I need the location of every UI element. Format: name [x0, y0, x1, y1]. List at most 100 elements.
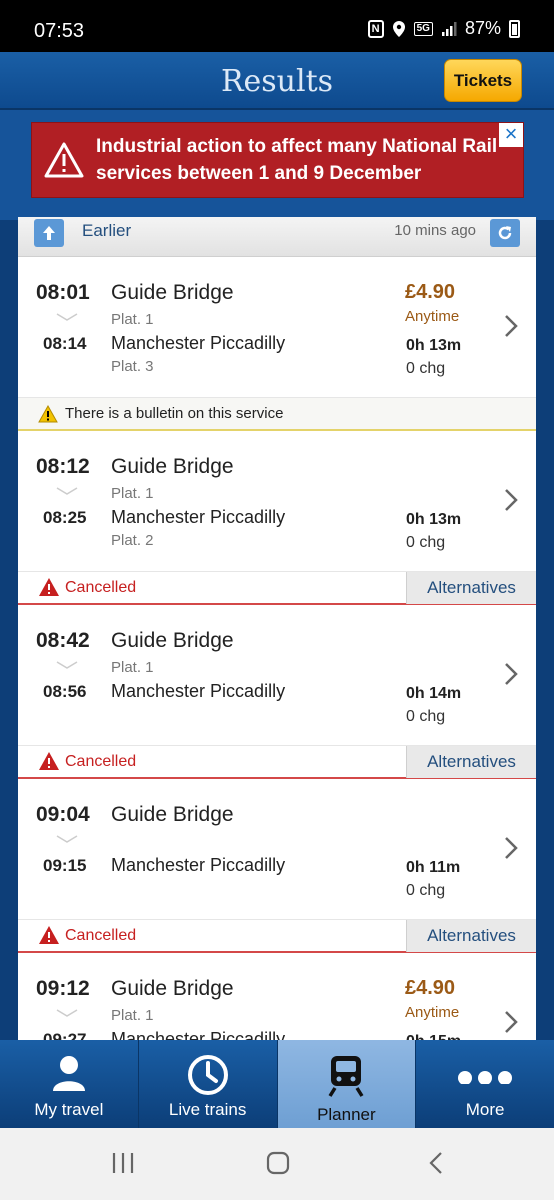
train-icon — [278, 1054, 416, 1098]
arrival-time: 08:56 — [43, 682, 87, 701]
fare-type: Anytime — [405, 1004, 460, 1021]
nav-label: More — [465, 1100, 505, 1119]
warning-icon — [32, 141, 96, 179]
journey-duration: 0h 13m — [406, 337, 462, 354]
departure-time: 09:12 — [36, 977, 90, 1000]
status-icons: N 5G 87% — [367, 18, 520, 39]
origin-platform: Plat. 1 — [111, 1007, 154, 1024]
origin-station: Guide Bridge — [111, 803, 234, 826]
fare-price: £4.90 — [405, 281, 456, 303]
bottom-nav: My travel Live trains Planner More — [0, 1040, 554, 1128]
nav-my-travel[interactable]: My travel — [0, 1040, 138, 1128]
departure-time: 08:01 — [36, 281, 90, 304]
arrival-time: 08:25 — [43, 508, 87, 527]
person-icon — [0, 1054, 138, 1092]
origin-station: Guide Bridge — [111, 455, 234, 478]
battery-icon — [509, 19, 520, 38]
alternatives-button[interactable]: Alternatives — [406, 920, 536, 952]
fare-type: Anytime — [405, 308, 460, 325]
nav-label: Live trains — [168, 1100, 247, 1119]
cancelled-label: Cancelled — [65, 579, 137, 596]
destination-station: Manchester Piccadilly — [111, 855, 286, 875]
chevron-down-icon — [56, 487, 78, 495]
home-icon[interactable] — [265, 1150, 291, 1176]
tickets-button[interactable]: Tickets — [444, 59, 522, 102]
battery-percent: 87% — [464, 18, 501, 38]
arrow-up-icon — [34, 219, 64, 247]
cancelled-status: Cancelled Alternatives — [18, 571, 536, 605]
earlier-button[interactable]: Earlier 10 mins ago — [18, 217, 536, 257]
origin-station: Guide Bridge — [111, 281, 234, 304]
chevron-right-icon — [505, 315, 518, 337]
departure-time: 09:04 — [36, 803, 90, 826]
cancelled-status: Cancelled Alternatives — [18, 745, 536, 779]
signal-icon — [441, 21, 457, 37]
earlier-label: Earlier — [82, 221, 132, 240]
departure-time: 08:12 — [36, 455, 90, 478]
back-icon[interactable] — [424, 1150, 450, 1176]
journey-row[interactable]: 09:12 09:27 Guide Bridge Plat. 1 Manches… — [18, 953, 536, 1047]
journey-changes: 0 chg — [406, 882, 446, 899]
chevron-right-icon — [505, 837, 518, 859]
origin-platform: Plat. 1 — [111, 311, 154, 328]
departure-time: 08:42 — [36, 629, 90, 652]
chevron-right-icon — [505, 1011, 518, 1033]
journey-row[interactable]: 09:04 09:15 Guide Bridge Manchester Picc… — [18, 779, 536, 919]
nav-label: Planner — [317, 1105, 376, 1124]
refresh-icon[interactable] — [490, 219, 520, 247]
arrival-time: 08:14 — [43, 334, 87, 353]
nav-live-trains[interactable]: Live trains — [137, 1040, 277, 1128]
journey-changes: 0 chg — [406, 360, 446, 377]
destination-station: Manchester Piccadilly — [111, 507, 286, 527]
status-time: 07:53 — [34, 20, 85, 42]
results-list[interactable]: Earlier 10 mins ago 08:01 08:14 Guide Br… — [18, 217, 536, 1047]
recent-apps-icon[interactable] — [110, 1150, 136, 1176]
journey-duration: 0h 13m — [406, 511, 462, 528]
journey-duration: 0h 11m — [406, 859, 461, 876]
origin-platform: Plat. 1 — [111, 659, 154, 676]
warning-icon — [38, 405, 58, 423]
origin-platform: Plat. 1 — [111, 485, 154, 502]
network-5g-icon: 5G — [413, 21, 433, 36]
clock-icon — [139, 1054, 277, 1096]
chevron-down-icon — [56, 313, 78, 321]
more-dots-icon — [416, 1054, 554, 1084]
warning-icon — [39, 752, 59, 770]
updated-time: 10 mins ago — [394, 222, 476, 239]
nav-planner[interactable]: Planner — [276, 1040, 416, 1128]
location-icon — [392, 20, 406, 38]
cancelled-status: Cancelled Alternatives — [18, 919, 536, 953]
warning-icon — [39, 578, 59, 596]
destination-platform: Plat. 2 — [111, 532, 154, 549]
chevron-right-icon — [505, 489, 518, 511]
journey-row[interactable]: 08:01 08:14 Guide Bridge Plat. 1 Manches… — [18, 257, 536, 397]
fare-price: £4.90 — [405, 977, 456, 999]
alternatives-button[interactable]: Alternatives — [406, 572, 536, 604]
nav-more[interactable]: More — [415, 1040, 554, 1128]
service-bulletin[interactable]: There is a bulletin on this service — [18, 397, 536, 431]
status-bar: 07:53 N 5G 87% — [0, 0, 554, 52]
system-nav-bar — [0, 1128, 554, 1200]
cancelled-label: Cancelled — [65, 927, 137, 944]
chevron-right-icon — [505, 663, 518, 685]
journey-changes: 0 chg — [406, 534, 446, 551]
journey-row[interactable]: 08:42 08:56 Guide Bridge Plat. 1 Manches… — [18, 605, 536, 745]
bulletin-text: There is a bulletin on this service — [65, 405, 284, 422]
alternatives-button[interactable]: Alternatives — [406, 746, 536, 778]
nfc-icon: N — [367, 19, 384, 38]
nav-label: My travel — [34, 1100, 104, 1119]
chevron-down-icon — [56, 1009, 78, 1017]
origin-station: Guide Bridge — [111, 977, 234, 1000]
journey-changes: 0 chg — [406, 708, 446, 725]
chevron-down-icon — [56, 661, 78, 669]
destination-platform: Plat. 3 — [111, 358, 154, 375]
chevron-down-icon — [56, 835, 78, 843]
industrial-action-alert[interactable]: Industrial action to affect many Nationa… — [31, 122, 524, 198]
journey-row[interactable]: 08:12 08:25 Guide Bridge Plat. 1 Manches… — [18, 431, 536, 571]
arrival-time: 09:15 — [43, 856, 87, 875]
app-header: Results Tickets — [0, 52, 554, 110]
destination-station: Manchester Piccadilly — [111, 681, 286, 701]
journey-duration: 0h 14m — [406, 685, 462, 702]
alert-text: Industrial action to affect many Nationa… — [96, 136, 498, 184]
close-icon[interactable]: × — [499, 123, 523, 147]
